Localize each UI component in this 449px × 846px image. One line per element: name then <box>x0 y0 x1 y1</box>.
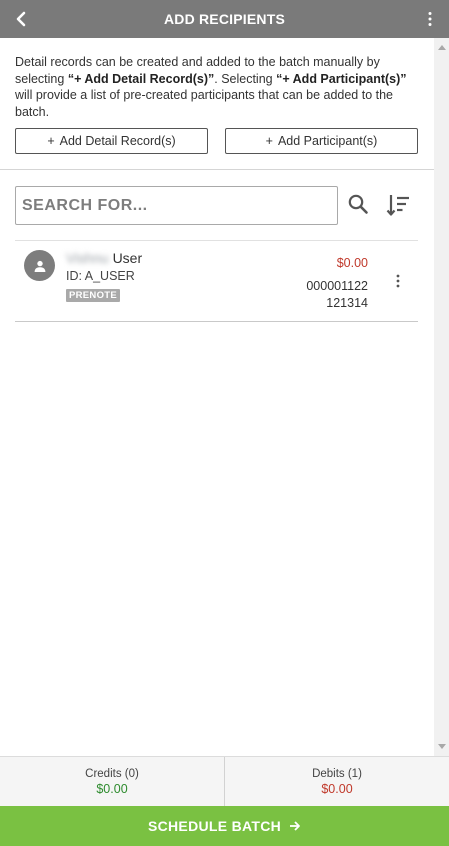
add-detail-record-button[interactable]: + Add Detail Record(s) <box>15 128 208 154</box>
credits-value: $0.00 <box>96 781 128 796</box>
search-icon[interactable] <box>346 192 370 216</box>
prenote-badge: PRENOTE <box>66 289 121 302</box>
credits-label: Credits (0) <box>85 767 139 780</box>
recipient-account-info: 000001122 121314 <box>306 278 368 311</box>
section-divider <box>0 169 434 170</box>
credits-summary: Credits (0) $0.00 <box>0 757 224 806</box>
recipient-last-name: User <box>112 250 143 266</box>
add-participant-label: Add Participant(s) <box>277 134 378 148</box>
row-more-vertical-icon[interactable] <box>395 274 401 288</box>
plus-icon: + <box>47 134 55 148</box>
search-input[interactable] <box>16 187 337 224</box>
recipient-name: Vishnu User <box>66 250 142 266</box>
person-icon <box>34 260 45 272</box>
intro-text-bold-participant: “+ Add Participant(s)” <box>276 71 407 86</box>
list-divider-bottom <box>15 321 418 322</box>
recipient-amount: $0.00 <box>336 256 368 270</box>
intro-text-bold-detail: “+ Add Detail Record(s)” <box>67 71 215 86</box>
arrow-right-icon <box>290 821 300 831</box>
more-vertical-icon[interactable] <box>427 11 433 27</box>
scrollbar[interactable] <box>434 38 449 756</box>
intro-text-part2: . Selecting <box>214 71 277 86</box>
account-number: 000001122 <box>306 279 368 293</box>
schedule-batch-label: SCHEDULE BATCH <box>147 818 282 834</box>
debits-value: $0.00 <box>321 781 353 796</box>
intro-text-part3: will provide a list of pre-created parti… <box>15 88 393 119</box>
recipient-id: ID: A_USER <box>66 269 135 283</box>
recipient-first-name-blurred: Vishnu <box>66 250 109 266</box>
intro-text: Detail records can be created and added … <box>15 54 420 120</box>
page-title: ADD RECIPIENTS <box>163 11 286 27</box>
totals-bar: Credits (0) $0.00 Debits (1) $0.00 <box>0 756 449 806</box>
add-participant-button[interactable]: + Add Participant(s) <box>225 128 418 154</box>
search-field[interactable] <box>15 186 338 225</box>
debits-label: Debits (1) <box>312 767 362 780</box>
schedule-batch-button[interactable]: SCHEDULE BATCH <box>0 806 449 846</box>
list-divider-top <box>15 240 418 241</box>
scroll-up-arrow-icon[interactable] <box>438 45 446 50</box>
app-header: ADD RECIPIENTS <box>0 0 449 38</box>
scroll-down-arrow-icon[interactable] <box>438 744 446 749</box>
chevron-left-icon[interactable] <box>12 9 30 29</box>
plus-icon: + <box>265 134 273 148</box>
main-content: Detail records can be created and added … <box>0 38 434 756</box>
debits-summary: Debits (1) $0.00 <box>224 757 449 806</box>
add-detail-record-label: Add Detail Record(s) <box>59 134 176 148</box>
routing-number: 121314 <box>326 295 368 310</box>
avatar <box>24 250 55 281</box>
sort-icon[interactable] <box>385 192 411 218</box>
